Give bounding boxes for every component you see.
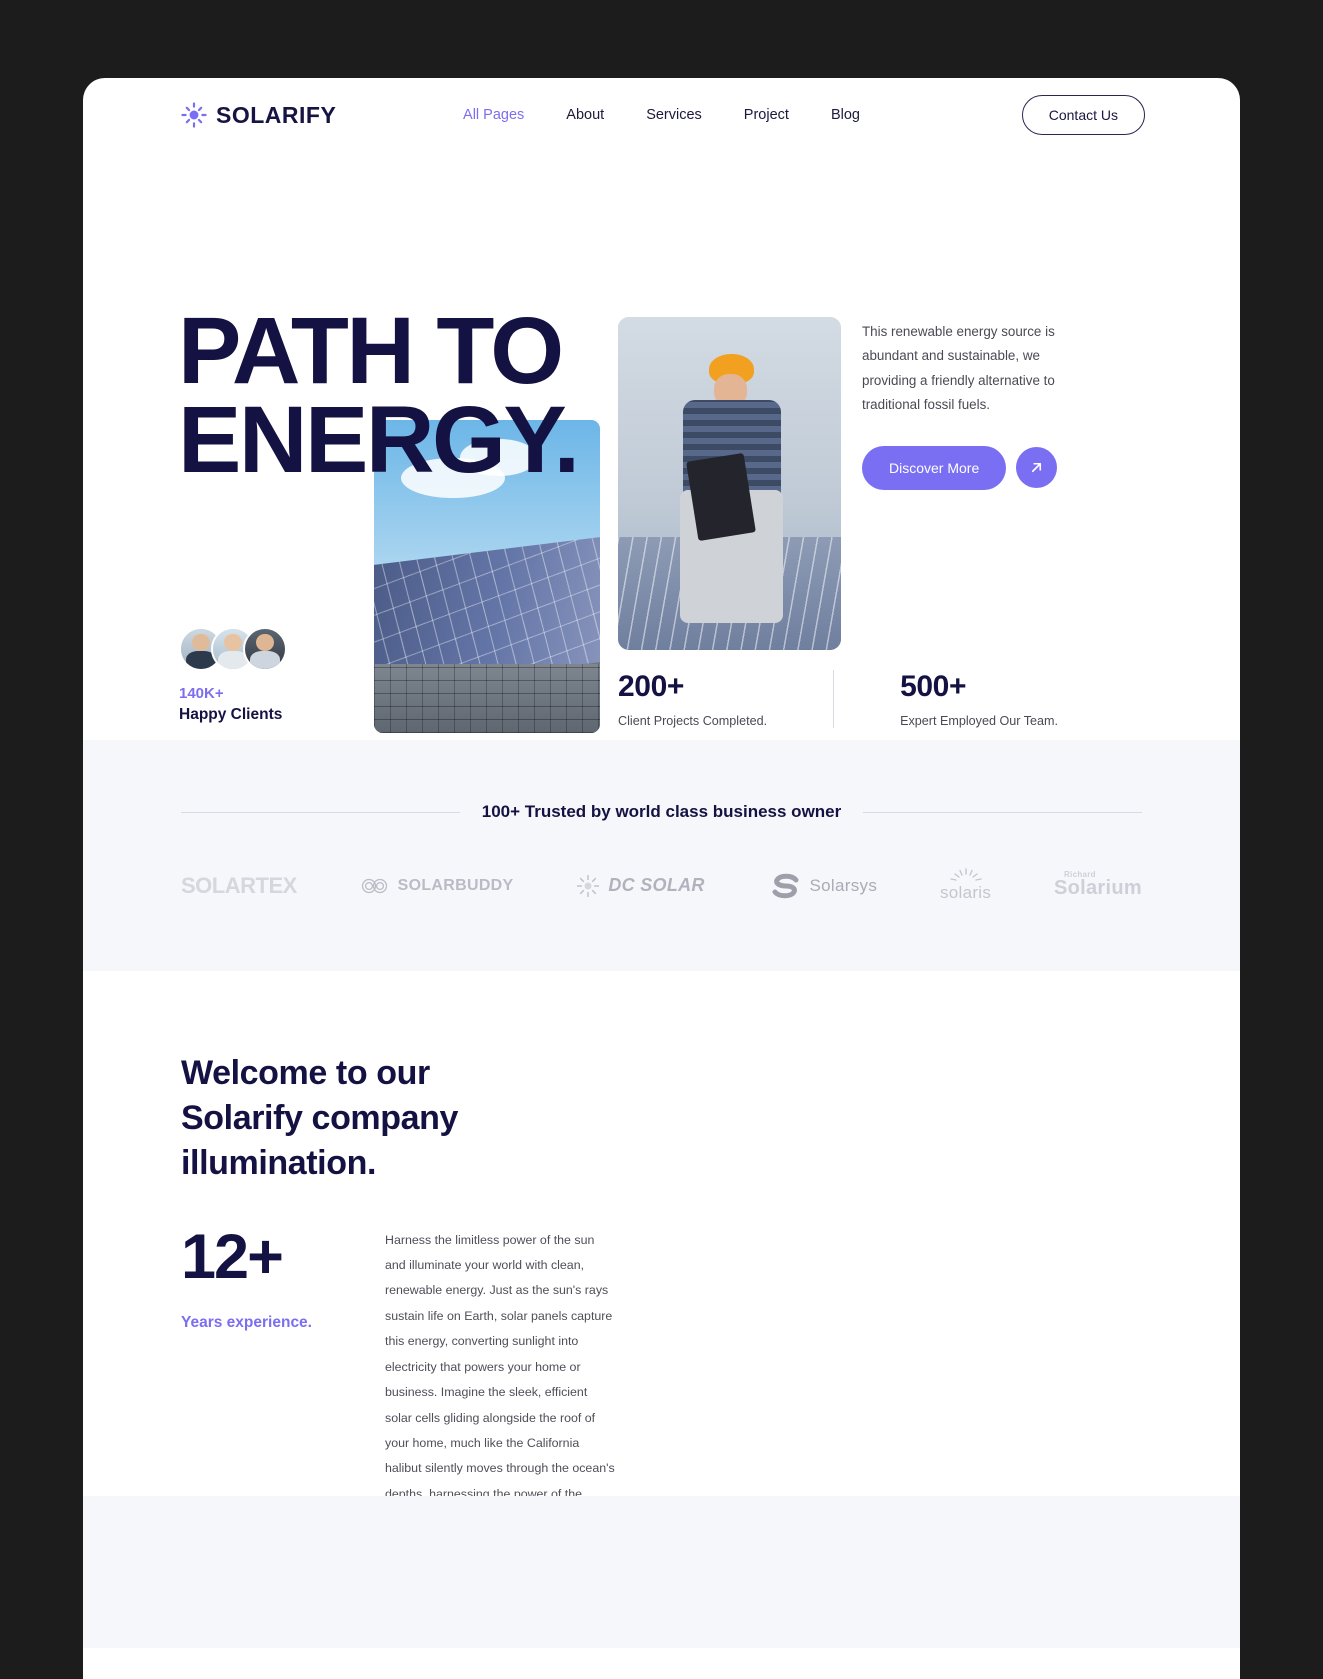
sun-icon bbox=[181, 102, 207, 128]
years-value: 12+ bbox=[181, 1221, 284, 1292]
client-logo-solarbuddy: SOLARBUDDY bbox=[360, 875, 514, 897]
client-logo-label: DC SOLAR bbox=[608, 875, 705, 895]
nav-item-project[interactable]: Project bbox=[744, 107, 789, 123]
hero-solar-panel-photo bbox=[374, 420, 600, 733]
happy-clients-block: 140K+ Happy Clients bbox=[179, 627, 287, 724]
avatar-stack bbox=[179, 627, 287, 671]
nav-item-all-pages[interactable]: All Pages bbox=[463, 107, 524, 123]
hero-section: PATH TO ENERGY. This renewable energy so… bbox=[83, 152, 1240, 740]
main-nav: All Pages About Services Project Blog bbox=[463, 107, 860, 123]
years-label: Years experience. bbox=[181, 1313, 312, 1331]
happy-clients-label: Happy Clients bbox=[179, 706, 283, 723]
solarbuddy-mark-icon bbox=[361, 878, 387, 893]
stat-value: 500+ bbox=[900, 670, 967, 703]
nav-item-services[interactable]: Services bbox=[646, 107, 702, 123]
trusted-heading-row: 100+ Trusted by world class business own… bbox=[181, 802, 1142, 822]
arrow-up-right-icon-button[interactable] bbox=[1016, 447, 1058, 489]
divider-right bbox=[863, 811, 1142, 813]
welcome-title: Welcome to our Solarify company illumina… bbox=[181, 1054, 459, 1182]
trusted-by-section: 100+ Trusted by world class business own… bbox=[83, 740, 1240, 971]
stat-projects: 200+ Client Projects Completed. bbox=[618, 670, 833, 728]
hero-worker-photo bbox=[618, 317, 841, 650]
client-logo-dc-solar: DC SOLAR bbox=[576, 874, 704, 898]
next-section-band bbox=[83, 1496, 1240, 1649]
hero-copy: This renewable energy source is abundant… bbox=[862, 320, 1062, 490]
client-logo-label: solaris bbox=[939, 883, 992, 902]
avatar bbox=[243, 627, 287, 671]
client-logo-label: SOLARTEX bbox=[181, 872, 297, 898]
arrow-up-right-icon bbox=[1032, 463, 1042, 473]
dc-solar-sunburst-icon bbox=[577, 874, 600, 897]
stat-experts: 500+ Expert Employed Our Team. bbox=[833, 670, 1124, 728]
hero-title-line-1: PATH TO bbox=[178, 298, 564, 404]
client-logo-row: SOLARTEX SOLARBUDDY DC SOLAR Solarsys so… bbox=[181, 868, 1142, 903]
client-logo-label: Solarsys bbox=[809, 875, 878, 895]
browser-page: SOLARIFY All Pages About Services Projec… bbox=[83, 78, 1240, 1679]
happy-clients-count: 140K+ bbox=[179, 685, 224, 702]
stat-label: Client Projects Completed. bbox=[618, 714, 768, 728]
client-logo-label: SOLARBUDDY bbox=[397, 876, 514, 894]
client-logo-solarium: Richard Solarium bbox=[1054, 871, 1142, 900]
client-logo-solarsys: Solarsys bbox=[768, 873, 878, 899]
solarsys-s-mark-icon bbox=[772, 873, 799, 898]
nav-item-about[interactable]: About bbox=[566, 107, 604, 123]
welcome-section: Welcome to our Solarify company illumina… bbox=[83, 971, 1240, 1649]
hero-stats: 200+ Client Projects Completed. 500+ Exp… bbox=[618, 670, 1124, 728]
hero-cta-row: Discover More bbox=[862, 445, 1062, 490]
client-logo-solaris: solaris bbox=[940, 868, 991, 903]
nav-item-blog[interactable]: Blog bbox=[831, 107, 860, 123]
solaris-rays-icon bbox=[949, 868, 982, 881]
contact-us-button[interactable]: Contact Us bbox=[1021, 95, 1145, 135]
trusted-heading: 100+ Trusted by world class business own… bbox=[481, 802, 842, 821]
client-logo-solartex: SOLARTEX bbox=[181, 873, 297, 899]
client-logo-label: Solarium bbox=[1053, 877, 1142, 899]
brand-logo[interactable]: SOLARIFY bbox=[181, 102, 336, 129]
hero-paragraph: This renewable energy source is abundant… bbox=[862, 324, 1055, 413]
discover-more-button[interactable]: Discover More bbox=[862, 445, 1007, 490]
brand-name: SOLARIFY bbox=[216, 101, 337, 128]
divider-left bbox=[181, 811, 460, 813]
stat-value: 200+ bbox=[618, 670, 684, 703]
site-header: SOLARIFY All Pages About Services Projec… bbox=[83, 78, 1240, 152]
stat-label: Expert Employed Our Team. bbox=[900, 714, 1059, 728]
